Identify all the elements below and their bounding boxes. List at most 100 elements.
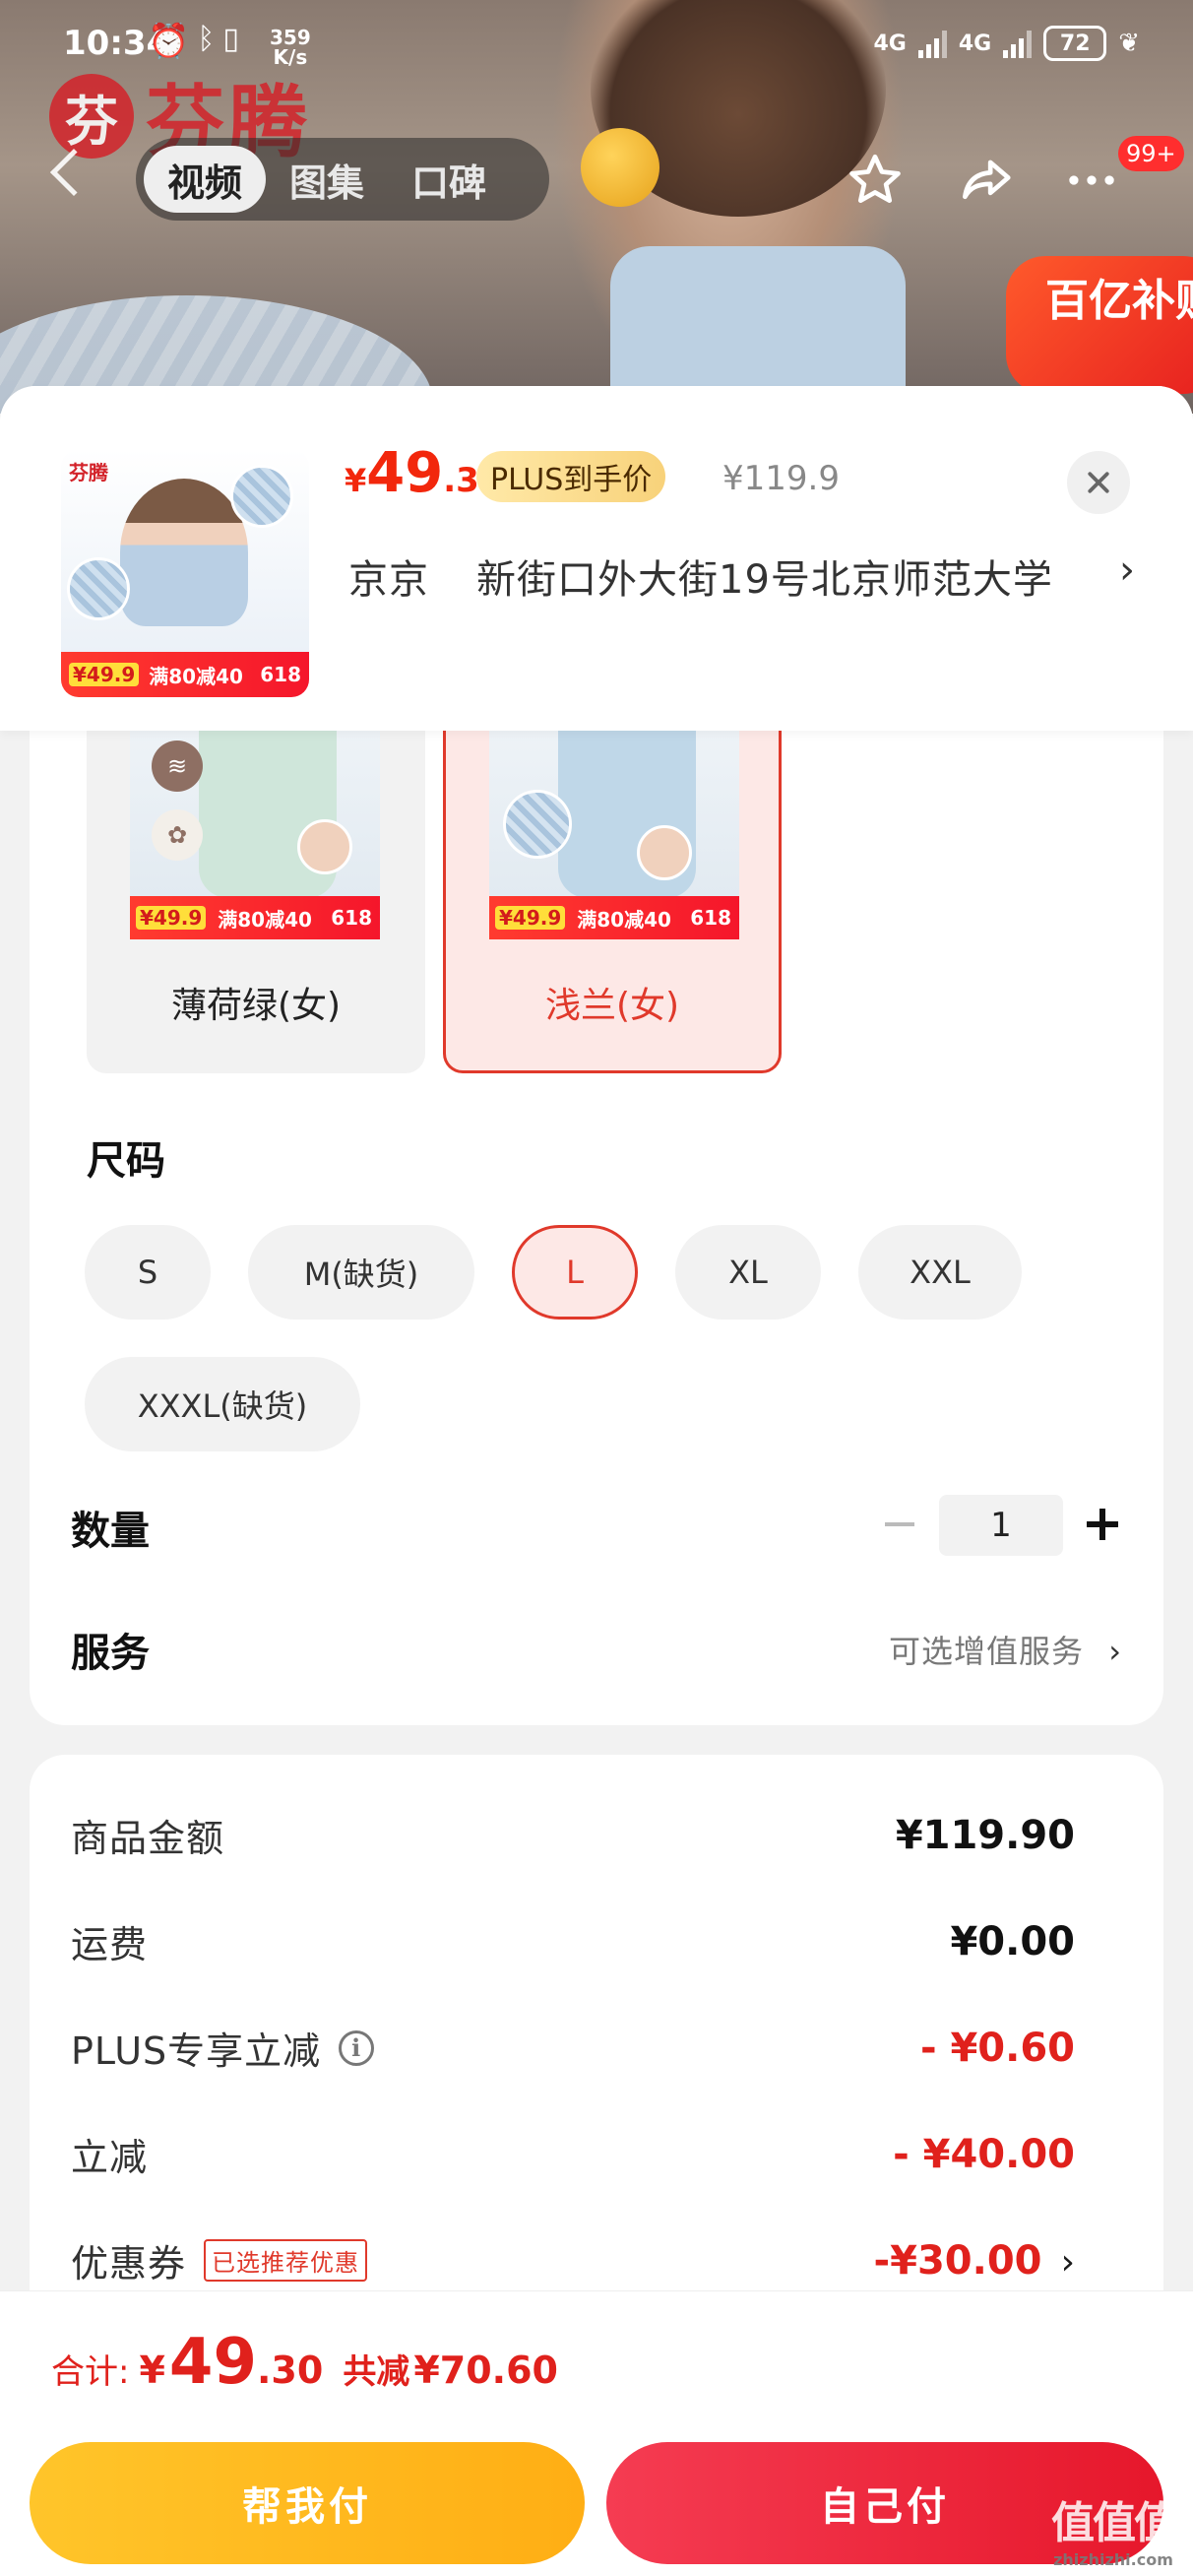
instant-discount-value: - ¥40.00 — [893, 2131, 1075, 2177]
watermark-logo: 值值值 — [1051, 2498, 1177, 2548]
color-option-mint[interactable]: ≋ ✿ ¥49.9 满80减40 618 薄荷绿(女) — [87, 731, 425, 1073]
network-speed-unit: K/s — [273, 45, 308, 69]
banner-fruit — [581, 128, 659, 207]
promo-strip: ¥49.9 满80减40 618 — [130, 896, 380, 939]
info-icon[interactable]: i — [339, 2029, 375, 2066]
size-option-xl[interactable]: XL — [675, 1225, 821, 1320]
delivery-address[interactable]: 京京 新街口外大街19号北京师范大学 › — [348, 547, 1136, 605]
quantity-decrease-button[interactable] — [882, 1507, 917, 1542]
fabric-closeup-image — [503, 790, 572, 859]
promo-tag: 618 — [690, 906, 731, 930]
signal-icon — [1003, 29, 1033, 58]
message-count-badge: 99+ — [1118, 136, 1184, 171]
chevron-right-icon: › — [1108, 1633, 1122, 1670]
more-icon[interactable] — [1057, 146, 1126, 215]
coupon-text: 优惠券 — [71, 2242, 187, 2286]
plus-discount-text: PLUS专享立减 — [71, 2029, 322, 2073]
cost-row-coupon[interactable]: 优惠券 已选推荐优惠 -¥30.00 › — [71, 2233, 1075, 2287]
size-title: 尺码 — [87, 1138, 165, 1184]
coupon-value: -¥30.00 — [873, 2237, 1042, 2284]
coupon-recommended-tag: 已选推荐优惠 — [204, 2239, 368, 2282]
model-face-image — [637, 825, 692, 880]
thumbnail-promo: ¥49.9 满80减40 618 — [61, 652, 309, 697]
product-thumbnail[interactable]: 芬腾 ¥49.9 满80减40 618 — [61, 449, 309, 697]
close-button[interactable] — [1067, 451, 1130, 514]
tab-video[interactable]: 视频 — [144, 146, 267, 213]
cost-row-shipping: 运费 ¥0.00 — [71, 1914, 1075, 1968]
plus-price-tag: PLUS到手价 — [476, 451, 666, 502]
thumbnail-brand: 芬腾 — [69, 461, 108, 484]
network-type-1: 4G — [873, 31, 907, 56]
close-icon — [1088, 472, 1109, 493]
cotton-feature-icon: ✿ — [152, 809, 203, 861]
total-decimal: .30 — [256, 2349, 324, 2392]
goods-amount-value: ¥119.90 — [895, 1812, 1075, 1858]
total-label: 合计: — [51, 2352, 130, 2392]
vibrate-icon: ▯ — [222, 22, 239, 56]
promo-price: ¥49.9 — [495, 906, 566, 930]
size-option-s[interactable]: S — [85, 1225, 211, 1320]
total-saved-value: ¥70.60 — [413, 2349, 558, 2392]
network-type-2: 4G — [958, 31, 992, 56]
total-integer: 49 — [168, 2326, 257, 2399]
size-option-m[interactable]: M(缺货) — [248, 1225, 474, 1320]
promo-tag: 618 — [260, 663, 301, 686]
thumbnail-model — [120, 479, 248, 626]
total-saved-label: 共减 — [343, 2352, 410, 2392]
promo-price: ¥49.9 — [136, 906, 207, 930]
battery-icon: 72 — [1043, 26, 1107, 61]
share-icon[interactable] — [951, 146, 1020, 215]
tab-reviews[interactable]: 口碑 — [388, 146, 510, 213]
tab-gallery[interactable]: 图集 — [266, 146, 388, 213]
size-option-xxxl[interactable]: XXXL(缺货) — [85, 1357, 360, 1451]
cost-row-plus: PLUS专享立减 i - ¥0.60 — [71, 2021, 1075, 2075]
instant-discount-label: 立减 — [71, 2136, 149, 2179]
quantity-increase-button[interactable] — [1083, 1505, 1122, 1544]
alarm-icon: ⏰ — [148, 22, 190, 61]
promo-text: 满80减40 — [149, 664, 243, 688]
price-symbol: ¥ — [345, 462, 367, 499]
color-option-image: ¥49.9 满80减40 618 — [489, 731, 739, 939]
service-option-link[interactable]: 可选增值服务 › — [889, 1627, 1122, 1672]
breathable-feature-icon: ≋ — [152, 741, 203, 792]
plus-discount-label: PLUS专享立减 i — [71, 2021, 375, 2075]
media-tabs: 视频 图集 口碑 — [136, 138, 549, 221]
favorite-star-icon[interactable] — [841, 146, 910, 215]
size-option-xxl[interactable]: XXL — [858, 1225, 1022, 1320]
original-price: ¥119.9 — [722, 459, 840, 498]
network-speed-value: 359 — [270, 26, 311, 49]
chevron-right-icon: › — [1060, 2241, 1075, 2283]
order-total: 合计: ¥ 49 .30 共减 ¥70.60 — [51, 2326, 558, 2399]
subsidy-badge[interactable]: 百亿补贴 — [1006, 256, 1193, 394]
cost-row-instant: 立减 - ¥40.00 — [71, 2127, 1075, 2181]
size-option-l[interactable]: L — [512, 1225, 638, 1320]
chevron-right-icon: › — [1119, 547, 1136, 593]
friend-pay-button[interactable]: 帮我付 — [30, 2442, 585, 2564]
model-face-image — [297, 819, 352, 874]
signal-icon — [917, 29, 947, 58]
total-symbol: ¥ — [139, 2349, 165, 2392]
shipping-value: ¥0.00 — [950, 1918, 1075, 1964]
status-bar: 10:34 ⏰ ᛒ ▯ 359 K/s 4G 4G 72 ❦ — [0, 0, 1193, 95]
coupon-label: 优惠券 已选推荐优惠 — [71, 2233, 368, 2287]
color-option-image: ≋ ✿ ¥49.9 满80减40 618 — [130, 731, 380, 939]
promo-text: 满80减40 — [218, 907, 312, 932]
price-integer: 49 — [366, 441, 444, 505]
thumbnail-fabric-circle — [230, 465, 293, 528]
price-decimal: .3 — [443, 461, 479, 500]
promo-text: 满80减40 — [577, 907, 671, 932]
status-icons: ⏰ ᛒ ▯ — [148, 22, 239, 61]
color-option-light-blue[interactable]: ¥49.9 满80减40 618 浅兰(女) — [443, 731, 782, 1073]
service-hint-text: 可选增值服务 — [889, 1633, 1085, 1670]
cost-row-goods: 商品金额 ¥119.90 — [71, 1808, 1075, 1862]
coupon-value-group: -¥30.00 › — [874, 2238, 1075, 2284]
address-city: 京京 — [348, 557, 429, 603]
watermark-url: zhizhizhi.com — [1053, 2550, 1173, 2569]
quantity-input[interactable]: 1 — [939, 1495, 1063, 1556]
plus-price: ¥ 49 .3 — [345, 441, 479, 505]
charging-icon: ❦ — [1118, 29, 1140, 58]
quantity-title: 数量 — [71, 1509, 150, 1554]
status-right: 4G 4G 72 ❦ — [873, 26, 1140, 61]
color-option-label: 薄荷绿(女) — [170, 986, 342, 1026]
thumbnail-fabric-circle — [67, 557, 130, 620]
